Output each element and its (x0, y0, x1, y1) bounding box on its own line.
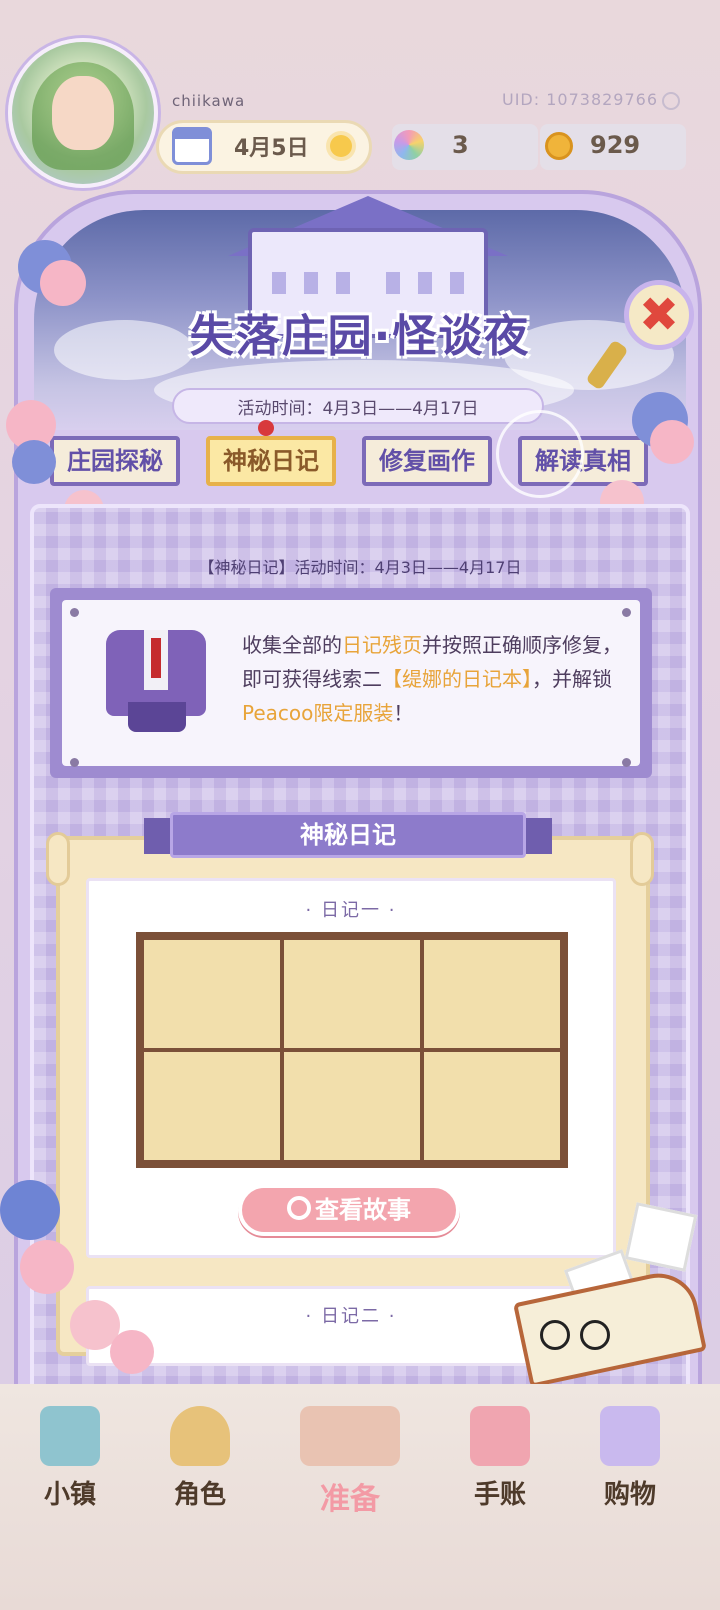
suit-pants (128, 702, 186, 732)
search-icon (287, 1196, 311, 1220)
info-highlight-tina-diary: 【缇娜的日记本】 (382, 667, 532, 691)
nav-prepare[interactable]: 准备 (290, 1400, 410, 1520)
nav-town-label: 小镇 (43, 1480, 96, 1510)
screw-icon (622, 758, 631, 767)
suit-tie (151, 638, 161, 678)
scroll-end-right (630, 832, 654, 886)
nav-journal[interactable]: 手账 (440, 1400, 560, 1520)
suit-outfit-icon[interactable] (106, 620, 210, 732)
nav-shop-label: 购物 (603, 1480, 656, 1510)
screw-icon (622, 608, 631, 617)
event-time: 活动时间：4月3日——4月17日 (237, 399, 479, 419)
tab-restore-painting[interactable]: 修复画作 (362, 436, 492, 486)
mansion-window (272, 272, 286, 294)
scroll-end-left (46, 832, 70, 886)
mansion-window (418, 272, 432, 294)
player-name: chiikawa (172, 92, 246, 110)
pin-icon (258, 420, 274, 436)
player-uid: UID: 1073829766 (502, 90, 659, 109)
diary-section-title: 神秘日记 (170, 812, 526, 858)
diary-one-title: · 日记一 · (305, 900, 397, 921)
diary-event-time: 【神秘日记】活动时间：4月3日——4月17日 (198, 558, 522, 577)
nav-shop[interactable]: 购物 (570, 1400, 690, 1520)
info-highlight-diary-pages: 日记残页 (342, 633, 422, 657)
info-highlight-peacoo-outfit: Peacoo限定服装 (242, 701, 394, 725)
screw-icon (70, 758, 79, 767)
diary-puzzle-grid (136, 932, 568, 1168)
nav-character-label: 角色 (173, 1480, 226, 1510)
prepare-basket-icon (300, 1406, 400, 1466)
close-icon: ✖ (638, 287, 680, 343)
flower-decoration (0, 1180, 60, 1240)
flower-decoration (20, 1240, 74, 1294)
avatar-face (52, 76, 114, 150)
petal-currency-value: 3 (452, 131, 469, 159)
journal-icon (470, 1406, 530, 1466)
nav-prepare-label: 准备 (320, 1482, 380, 1517)
puzzle-slot[interactable] (144, 940, 280, 1048)
mansion-window (450, 272, 464, 294)
glasses-lens (580, 1320, 610, 1350)
puzzle-slot[interactable] (424, 1052, 560, 1160)
screw-icon (70, 608, 79, 617)
sun-icon (330, 135, 352, 157)
flower-decoration (40, 260, 86, 306)
puzzle-slot[interactable] (284, 1052, 420, 1160)
nav-town[interactable]: 小镇 (10, 1400, 130, 1520)
player-avatar[interactable] (8, 38, 158, 188)
glasses-icon (540, 1320, 620, 1350)
close-button[interactable]: ✖ (624, 280, 694, 350)
flower-decoration (12, 440, 56, 484)
glasses-lens (540, 1320, 570, 1350)
ribbon-tail-right (522, 818, 552, 854)
copy-uid-icon[interactable] (662, 92, 680, 110)
puzzle-slot[interactable] (144, 1052, 280, 1160)
view-story-label: 查看故事 (315, 1196, 411, 1224)
reward-description: 收集全部的日记残页并按照正确顺序修复，即可获得线索二【缇娜的日记本】，并解锁Pe… (242, 628, 622, 730)
tap-highlight-ring (496, 410, 584, 498)
flower-decoration (650, 420, 694, 464)
mansion-window (304, 272, 318, 294)
mansion-window (386, 272, 400, 294)
info-text-part: ，并解锁 (532, 667, 612, 691)
tab-mysterious-diary[interactable]: 神秘日记 (206, 436, 336, 486)
info-text-part: 收集全部的 (242, 633, 342, 657)
nav-character[interactable]: 角色 (140, 1400, 260, 1520)
puzzle-slot[interactable] (424, 940, 560, 1048)
photo-decoration (624, 1202, 698, 1272)
shopping-bag-icon (600, 1406, 660, 1466)
calendar-icon (172, 127, 212, 165)
map-icon (40, 1406, 100, 1466)
coin-icon (545, 132, 573, 160)
nav-journal-label: 手账 (473, 1480, 526, 1510)
flower-decoration (110, 1330, 154, 1374)
character-icon (170, 1406, 230, 1466)
info-text-part: ！ (393, 701, 414, 725)
view-story-button[interactable]: 查看故事 (238, 1184, 460, 1236)
coin-currency-value: 929 (590, 131, 641, 159)
mansion-window (336, 272, 350, 294)
petal-currency-icon (394, 130, 424, 160)
current-date: 4月5日 (234, 136, 309, 161)
puzzle-slot[interactable] (284, 940, 420, 1048)
tab-manor-explore[interactable]: 庄园探秘 (50, 436, 180, 486)
event-title: 失落庄园·怪谈夜 (189, 311, 531, 362)
